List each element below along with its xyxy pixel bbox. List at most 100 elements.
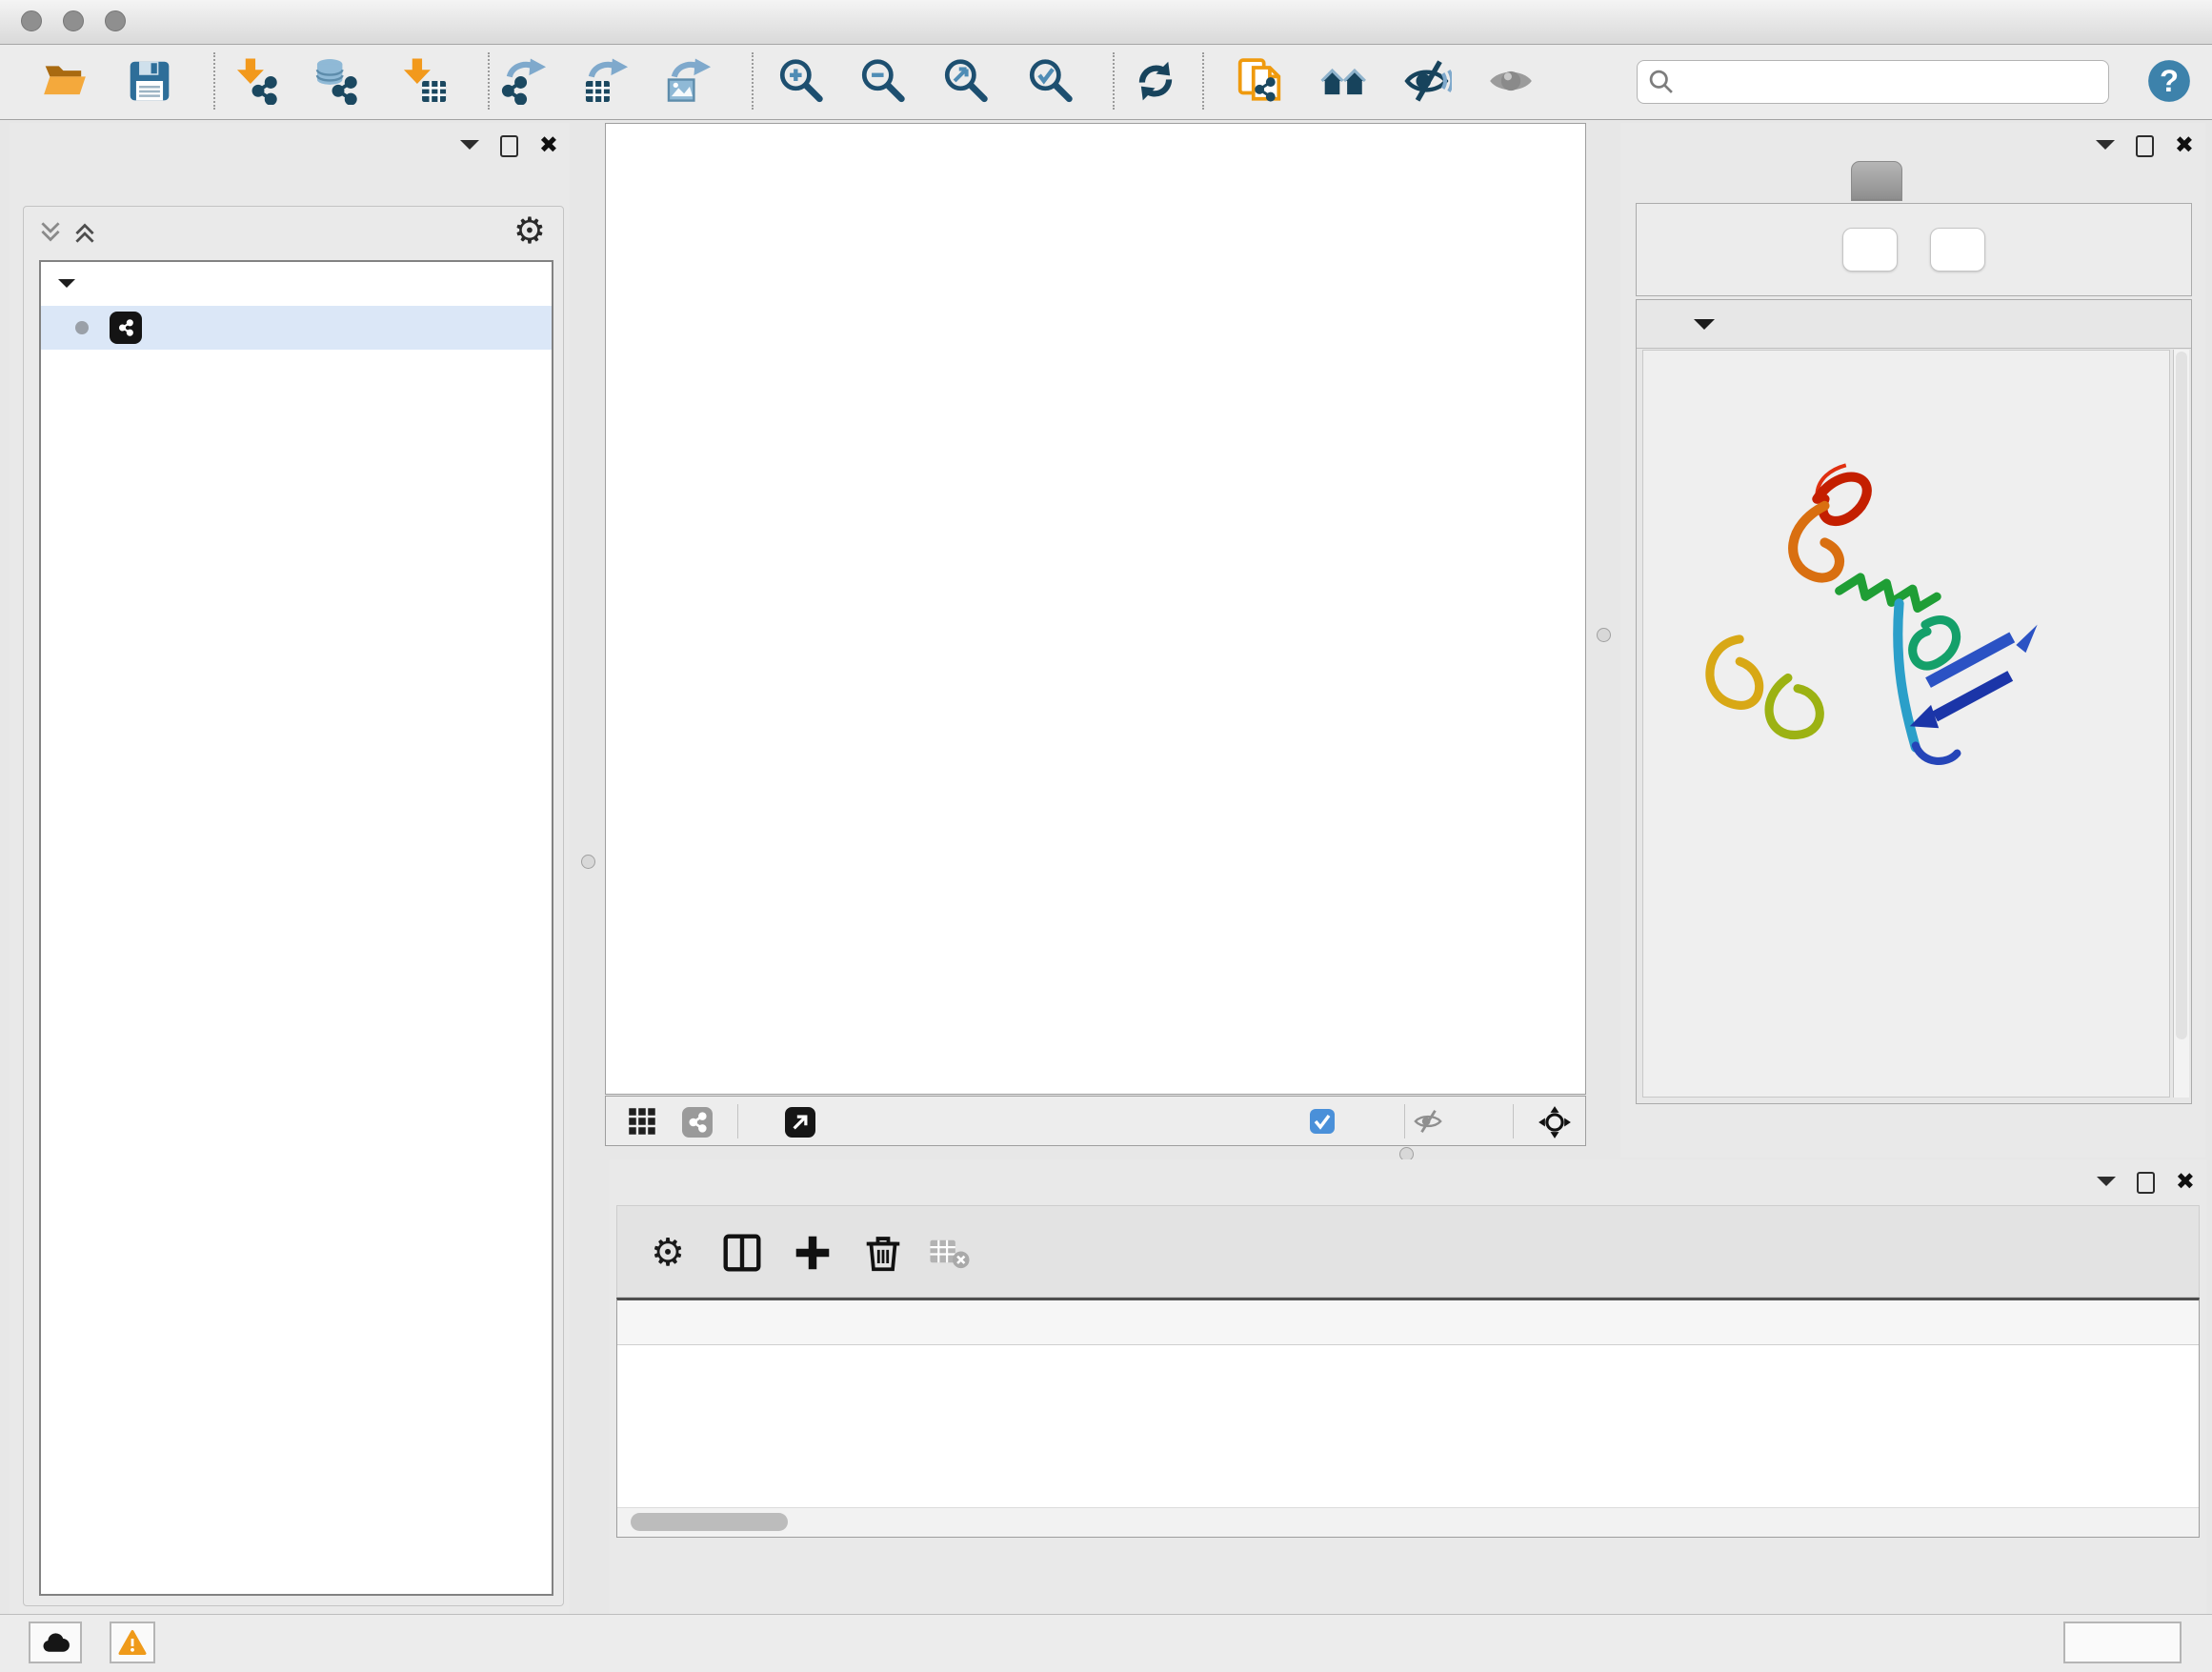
- table-header-row: [617, 1300, 2199, 1345]
- cloud-button[interactable]: [29, 1622, 82, 1663]
- panel-float-icon[interactable]: [500, 135, 518, 157]
- zoom-fit-content-button[interactable]: [940, 56, 990, 106]
- right-splitter-handle[interactable]: [1597, 628, 1611, 642]
- import-network-file-button[interactable]: [233, 56, 283, 106]
- toolbar-separator: [1202, 52, 1204, 110]
- panel-float-icon[interactable]: [2137, 1172, 2155, 1194]
- chevron-down-icon[interactable]: [1694, 319, 1715, 340]
- network-canvas[interactable]: [605, 123, 1586, 1095]
- function-builder-disabled: [996, 1229, 1044, 1277]
- network-collection-row[interactable]: [41, 262, 552, 306]
- gear-icon[interactable]: ⚙: [513, 211, 546, 252]
- open-session-button[interactable]: [40, 56, 90, 106]
- svg-text:?: ?: [2160, 63, 2179, 98]
- export-table-icon: [583, 57, 631, 105]
- network-badge-button[interactable]: [682, 1107, 713, 1142]
- zoom-out-button[interactable]: [857, 56, 907, 106]
- panel-menu-icon[interactable]: [2096, 140, 2115, 159]
- toolbar-separator: [213, 52, 215, 110]
- network-view-toolbar: [605, 1096, 1586, 1146]
- trash-icon: [862, 1232, 904, 1274]
- window-close-button[interactable]: [21, 10, 42, 31]
- string-tab-label[interactable]: [1851, 161, 1902, 201]
- checkbox-icon: [1310, 1109, 1335, 1134]
- fit-selected-button[interactable]: [1538, 1105, 1572, 1144]
- columns-icon: [721, 1232, 763, 1274]
- results-scrollbar[interactable]: [2173, 350, 2189, 1098]
- delete-table-button-disabled: [926, 1229, 974, 1277]
- table-settings-button[interactable]: ⚙: [644, 1229, 692, 1277]
- chevron-down-icon[interactable]: [58, 279, 75, 296]
- selected-checkbox[interactable]: [1310, 1109, 1335, 1138]
- export-network-button[interactable]: [500, 56, 550, 106]
- show-graphics-details-button[interactable]: [1486, 56, 1536, 106]
- hidden-toggle[interactable]: [1414, 1107, 1442, 1140]
- apply-layout-button[interactable]: [1131, 56, 1180, 106]
- panel-menu-icon[interactable]: [2097, 1177, 2116, 1196]
- import-table-button[interactable]: [400, 56, 450, 106]
- table-horizontal-scrollbar[interactable]: [617, 1507, 2199, 1537]
- expand-all-button[interactable]: [1842, 228, 1898, 272]
- export-table-button[interactable]: [582, 56, 632, 106]
- collapse-all-icon[interactable]: [37, 219, 64, 246]
- zoom-in-icon: [776, 57, 824, 105]
- add-column-button[interactable]: [789, 1229, 836, 1277]
- warning-button[interactable]: [110, 1622, 155, 1663]
- window-zoom-button[interactable]: [105, 10, 126, 31]
- toolbar-separator: [752, 52, 754, 110]
- grid-icon: [628, 1107, 656, 1136]
- show-all-panels-button[interactable]: [1319, 56, 1369, 106]
- tab-string[interactable]: [1851, 161, 1905, 201]
- scrollbar-thumb[interactable]: [631, 1513, 788, 1531]
- status-bar: [0, 1614, 2212, 1672]
- results-panel: ✖: [1620, 123, 2205, 1158]
- gene-section-header[interactable]: [1637, 300, 2191, 349]
- table-toolbar: ⚙: [616, 1205, 2200, 1298]
- zoom-selected-icon: [1026, 57, 1074, 105]
- expand-all-icon[interactable]: [71, 219, 98, 246]
- plus-icon: [792, 1232, 834, 1274]
- search-input[interactable]: [1676, 63, 2108, 101]
- toolbar-separator: [1513, 1104, 1514, 1138]
- delete-column-button[interactable]: [859, 1229, 907, 1277]
- table-row[interactable]: [617, 1345, 2199, 1389]
- network-edges-layer: [606, 124, 1586, 1095]
- birds-eye-view-button[interactable]: [785, 1107, 815, 1142]
- import-database-icon: [314, 57, 362, 105]
- left-splitter-handle[interactable]: [581, 855, 595, 869]
- share-icon: [113, 315, 138, 340]
- control-panel: ✖ ⚙: [10, 123, 570, 1614]
- table-panel: ✖ ⚙: [610, 1159, 2206, 1614]
- zoom-in-button[interactable]: [775, 56, 825, 106]
- hide-graphics-details-button[interactable]: [1403, 56, 1453, 106]
- results-actions: [1636, 203, 2192, 296]
- gray-eye-icon: [1487, 57, 1535, 105]
- export-image-button[interactable]: [665, 56, 714, 106]
- network-row[interactable]: [41, 306, 552, 350]
- show-columns-button[interactable]: [718, 1229, 766, 1277]
- save-session-button[interactable]: [125, 56, 174, 106]
- window-minimize-button[interactable]: [63, 10, 84, 31]
- grid-view-button[interactable]: [628, 1107, 656, 1140]
- help-button[interactable]: ?: [2144, 56, 2194, 106]
- panel-close-icon[interactable]: ✖: [2175, 135, 2194, 156]
- search-field[interactable]: [1637, 60, 2109, 104]
- collapse-all-button[interactable]: [1930, 228, 1985, 272]
- network-share-badge: [110, 312, 142, 344]
- gear-icon: ⚙: [651, 1232, 685, 1274]
- panel-menu-icon[interactable]: [460, 140, 479, 159]
- import-network-database-button[interactable]: [313, 56, 363, 106]
- cloud-icon: [39, 1629, 71, 1656]
- memory-button[interactable]: [2063, 1622, 2182, 1663]
- zoom-selected-button[interactable]: [1025, 56, 1075, 106]
- panel-close-icon[interactable]: ✖: [539, 135, 558, 156]
- clone-network-button[interactable]: [1235, 56, 1284, 106]
- zoom-fit-icon: [941, 57, 989, 105]
- share-badge-icon: [682, 1107, 713, 1138]
- panel-float-icon[interactable]: [2136, 135, 2154, 157]
- titlebar: [0, 0, 2212, 45]
- toolbar-separator: [488, 52, 490, 110]
- panel-close-icon[interactable]: ✖: [2176, 1172, 2195, 1193]
- gene-details: [1642, 350, 2170, 1098]
- network-manager: ⚙: [23, 206, 564, 1606]
